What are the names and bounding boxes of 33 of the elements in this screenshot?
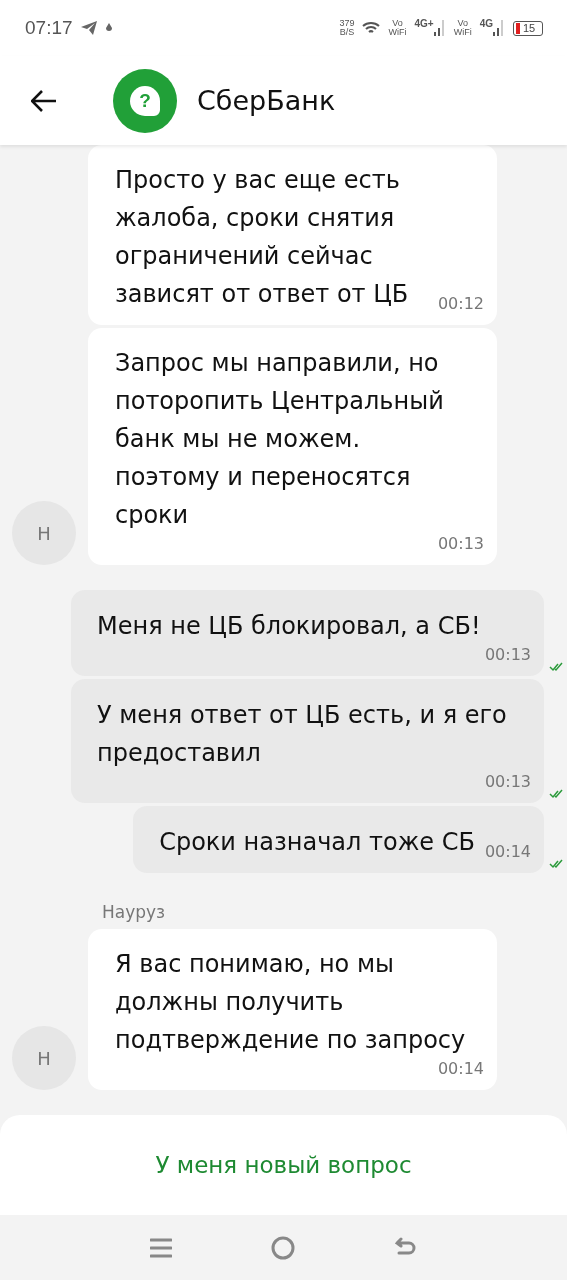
message-time: 00:14 — [484, 842, 531, 861]
network-speed: 379 B/S — [339, 19, 355, 37]
network-type: 4G+ — [414, 17, 434, 29]
drop-icon — [104, 22, 113, 34]
signal-icon — [433, 20, 446, 36]
avatar: Н — [12, 501, 76, 565]
sender-name: Науруз — [102, 902, 167, 922]
message-time: 00:13 — [437, 534, 484, 553]
new-question-button[interactable]: У меня новый вопрос — [149, 1151, 418, 1179]
wifi-icon — [362, 21, 381, 35]
message-text: Меня не ЦБ блокировал, а СБ! — [97, 611, 482, 642]
message-time: 00:14 — [437, 1059, 484, 1078]
message-text: Просто у вас еще есть жалоба, сроки снятия ограничений сейчас зависят от ответ от ЦБ — [115, 165, 410, 310]
status-time: 07:17 — [25, 17, 73, 39]
message-time: 00:13 — [484, 772, 531, 791]
signal-icon — [493, 20, 505, 36]
menu-icon[interactable] — [149, 1236, 172, 1259]
avatar: Н — [12, 1026, 76, 1090]
vowifi-label: Vo WiFi — [388, 19, 407, 37]
message-text: Я вас понимаю, но мы должны получить подтверждение по запросу — [115, 949, 467, 1056]
message-text: Сроки назначал тоже СБ — [159, 827, 475, 858]
question-bubble: ? — [130, 85, 160, 116]
battery-icon: 15 — [513, 20, 543, 36]
message-time: 00:13 — [484, 645, 531, 664]
message-time: 00:12 — [437, 294, 484, 313]
home-circle-icon[interactable] — [271, 1235, 296, 1260]
network-type: 4G — [479, 17, 493, 29]
vowifi-label: Vo WiFi — [453, 19, 472, 37]
back-arrow-icon[interactable] — [31, 89, 57, 112]
message-text: У меня ответ от ЦБ есть, и я его предоставил — [97, 700, 508, 769]
paper-plane-icon — [80, 21, 97, 35]
chat-title: СберБанк — [197, 85, 336, 116]
message-text: Запрос мы направили, но поторопить Центральный банк мы не можем. поэтому и переносятся сроки — [115, 348, 445, 531]
